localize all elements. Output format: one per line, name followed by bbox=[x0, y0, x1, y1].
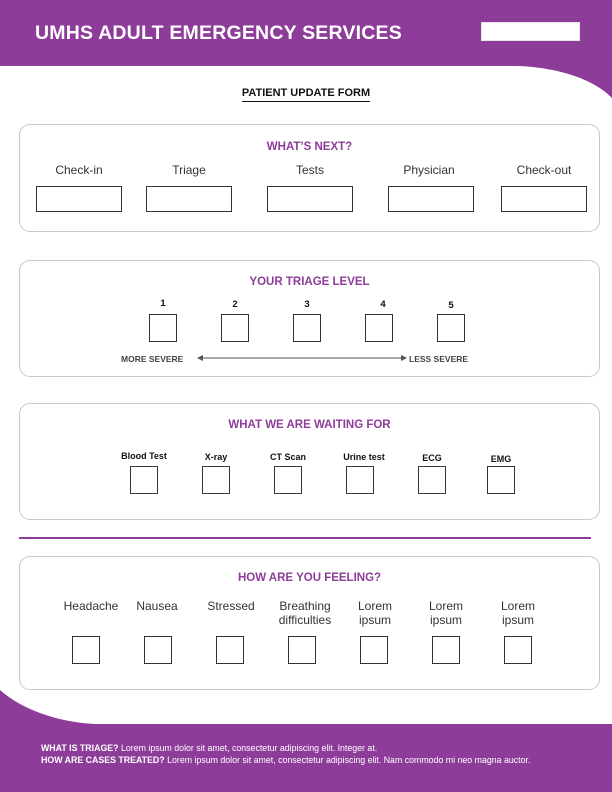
footer-band bbox=[0, 690, 612, 792]
step-box-check-in[interactable] bbox=[36, 186, 122, 212]
triage-title: YOUR TRIAGE LEVEL bbox=[249, 276, 370, 288]
feeling-panel: HOW ARE YOU FEELING? Headache Nausea Str… bbox=[19, 556, 600, 690]
wait-ecg-checkbox[interactable] bbox=[418, 466, 446, 494]
feel-lorem-1-checkbox[interactable] bbox=[360, 636, 388, 664]
whats-next-title: WHAT’S NEXT? bbox=[266, 141, 353, 153]
feel-nausea-checkbox[interactable] bbox=[144, 636, 172, 664]
feel-label-lorem-3: Lorem ipsum bbox=[500, 599, 535, 627]
triage-level-2-label: 2 bbox=[232, 299, 238, 310]
step-label-tests: Tests bbox=[295, 163, 325, 177]
wait-urine-test-checkbox[interactable] bbox=[346, 466, 374, 494]
feeling-title: HOW ARE YOU FEELING? bbox=[237, 572, 382, 584]
step-box-triage[interactable] bbox=[146, 186, 232, 212]
wait-label-emg: EMG bbox=[490, 454, 512, 464]
step-box-physician[interactable] bbox=[388, 186, 474, 212]
feel-label-headache: Headache bbox=[63, 599, 119, 613]
footer-line-cases: HOW ARE CASES TREATED? Lorem ipsum dolor… bbox=[41, 755, 530, 765]
footer-q2: HOW ARE CASES TREATED? bbox=[41, 755, 165, 765]
wait-label-x-ray: X-ray bbox=[204, 452, 228, 462]
form-title: PATIENT UPDATE FORM bbox=[0, 87, 612, 102]
severity-arrow-icon bbox=[197, 355, 407, 361]
triage-panel: YOUR TRIAGE LEVEL 1 2 3 4 5 MORE SEVERE … bbox=[19, 260, 600, 377]
header-title: UMHS ADULT EMERGENCY SERVICES bbox=[35, 22, 402, 44]
triage-level-1-label: 1 bbox=[160, 298, 166, 309]
more-severe-label: MORE SEVERE bbox=[121, 354, 184, 364]
triage-level-1-checkbox[interactable] bbox=[149, 314, 177, 342]
wait-label-ct-scan: CT Scan bbox=[269, 452, 307, 462]
feel-label-breathing: Breathing difficulties bbox=[278, 599, 332, 627]
step-box-check-out[interactable] bbox=[501, 186, 587, 212]
feel-breathing-checkbox[interactable] bbox=[288, 636, 316, 664]
wait-label-blood-test: Blood Test bbox=[121, 451, 167, 461]
feel-headache-checkbox[interactable] bbox=[72, 636, 100, 664]
feel-label-lorem-1: Lorem ipsum bbox=[357, 599, 392, 627]
waiting-panel: WHAT WE ARE WAITING FOR Blood Test X-ray… bbox=[19, 403, 600, 520]
wait-blood-test-checkbox[interactable] bbox=[130, 466, 158, 494]
triage-level-3-checkbox[interactable] bbox=[293, 314, 321, 342]
footer-line-triage: WHAT IS TRIAGE? Lorem ipsum dolor sit am… bbox=[41, 743, 377, 753]
triage-level-4-checkbox[interactable] bbox=[365, 314, 393, 342]
wait-emg-checkbox[interactable] bbox=[487, 466, 515, 494]
wait-label-ecg: ECG bbox=[422, 453, 442, 463]
triage-level-3-label: 3 bbox=[304, 299, 310, 310]
header-blank-field[interactable] bbox=[481, 22, 580, 41]
footer-a2: Lorem ipsum dolor sit amet, consectetur … bbox=[167, 755, 531, 765]
footer-a1: Lorem ipsum dolor sit amet, consectetur … bbox=[121, 743, 378, 753]
wait-x-ray-checkbox[interactable] bbox=[202, 466, 230, 494]
triage-level-2-checkbox[interactable] bbox=[221, 314, 249, 342]
less-severe-label: LESS SEVERE bbox=[409, 354, 469, 364]
feel-lorem-3-checkbox[interactable] bbox=[504, 636, 532, 664]
header-band bbox=[0, 0, 612, 98]
triage-level-4-label: 4 bbox=[380, 299, 386, 310]
step-box-tests[interactable] bbox=[267, 186, 353, 212]
feel-label-lorem-2: Lorem ipsum bbox=[428, 599, 463, 627]
footer-q1: WHAT IS TRIAGE? bbox=[41, 743, 119, 753]
wait-ct-scan-checkbox[interactable] bbox=[274, 466, 302, 494]
feel-lorem-2-checkbox[interactable] bbox=[432, 636, 460, 664]
feel-label-stressed: Stressed bbox=[207, 599, 255, 613]
step-label-triage: Triage bbox=[172, 163, 206, 177]
step-label-check-out: Check-out bbox=[516, 163, 572, 177]
whats-next-panel: WHAT’S NEXT? Check-in Triage Tests Physi… bbox=[19, 124, 600, 232]
form-title-text: PATIENT UPDATE FORM bbox=[241, 87, 371, 102]
section-divider bbox=[19, 537, 591, 539]
feel-stressed-checkbox[interactable] bbox=[216, 636, 244, 664]
wait-label-urine-test: Urine test bbox=[343, 452, 385, 462]
waiting-title: WHAT WE ARE WAITING FOR bbox=[228, 419, 391, 431]
feel-label-nausea: Nausea bbox=[136, 599, 178, 613]
triage-level-5-label: 5 bbox=[448, 300, 454, 311]
step-label-physician: Physician bbox=[403, 163, 455, 177]
triage-level-5-checkbox[interactable] bbox=[437, 314, 465, 342]
step-label-check-in: Check-in bbox=[55, 163, 103, 177]
